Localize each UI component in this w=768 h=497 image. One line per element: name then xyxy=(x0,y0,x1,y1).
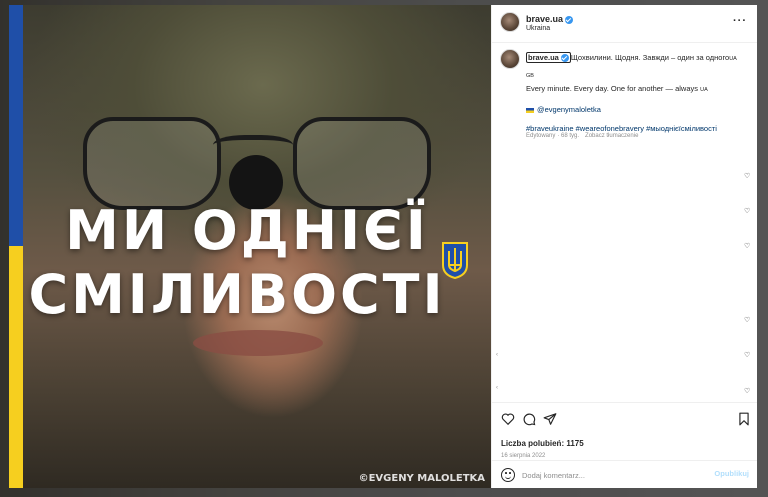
emoji-icon[interactable] xyxy=(501,468,515,482)
translate-link[interactable]: Zobacz tłumaczenie xyxy=(585,133,638,139)
chevron-left-icon[interactable]: ‹ xyxy=(496,352,498,358)
caption-meta: Edytowany · 68 tyg. Zobacz tłumaczenie xyxy=(526,133,644,139)
more-horizontal-icon[interactable]: ··· xyxy=(733,16,747,27)
verified-badge-icon xyxy=(560,54,569,63)
headline-line-1: МИ ОДНІЄЇ xyxy=(65,199,429,262)
trident-icon xyxy=(442,242,468,279)
post-image[interactable]: МИ ОДНІЄЇ СМІЛИВОСТІ ©EVGENY MALOLETKA xyxy=(23,5,491,488)
header-username[interactable]: brave.ua xyxy=(526,14,574,24)
caption-username-text[interactable]: brave.ua xyxy=(528,53,559,62)
caption-username[interactable]: brave.ua xyxy=(526,52,571,63)
goggle-lens-right xyxy=(293,117,431,210)
comment-like-icon[interactable]: ♡ xyxy=(744,207,750,215)
post-comment-button[interactable]: Opublikuj xyxy=(714,469,749,478)
like-count[interactable]: Liczba polubień: 1175 xyxy=(501,439,584,448)
post-date[interactable]: 16 sierpnia 2022 xyxy=(501,453,545,459)
comment-like-icon[interactable]: ♡ xyxy=(744,316,750,324)
comment-like-icon[interactable]: ♡ xyxy=(744,351,750,359)
comment-icon[interactable] xyxy=(522,412,536,426)
face-detail xyxy=(193,330,323,356)
comment-like-icon[interactable]: ♡ xyxy=(744,242,750,250)
post-actions: Liczba polubień: 1175 16 sierpnia 2022 O… xyxy=(492,402,757,489)
edited-label: Edytowany xyxy=(526,133,556,139)
flag-stripe-yellow xyxy=(9,246,23,488)
mention-link[interactable]: @evgenymaloletka xyxy=(537,105,601,114)
avatar[interactable] xyxy=(500,12,520,32)
verified-badge-icon xyxy=(565,15,574,24)
caption-text-ua: Щохвилини. Щодня. Завжди – один за одног… xyxy=(570,53,730,62)
time-ago[interactable]: · 68 tyg. xyxy=(557,133,579,139)
ua-label-en: UA xyxy=(700,87,708,93)
post-side-panel: brave.ua Ukraina ··· brave.ua Щохвилини. … xyxy=(491,5,757,488)
camera-icon xyxy=(526,107,534,113)
headline-line-2: СМІЛИВОСТІ xyxy=(28,263,446,326)
caption-avatar[interactable] xyxy=(500,49,520,69)
header-location[interactable]: Ukraina xyxy=(526,25,550,32)
post-header: brave.ua Ukraina ··· xyxy=(492,5,757,43)
comment-like-icon[interactable]: ♡ xyxy=(744,387,750,395)
comment-like-icon[interactable]: ♡ xyxy=(744,172,750,180)
header-username-text[interactable]: brave.ua xyxy=(526,14,563,24)
comment-bar: Opublikuj xyxy=(492,460,757,489)
gb-label: GB xyxy=(526,73,534,79)
goggle-lens-left xyxy=(83,117,221,210)
photo-credit: ©EVGENY MALOLETKA xyxy=(358,473,485,484)
heart-icon[interactable] xyxy=(501,412,515,426)
comment-input[interactable] xyxy=(520,467,704,483)
flag-stripe-blue xyxy=(9,5,23,246)
chevron-left-icon[interactable]: ‹ xyxy=(496,385,498,391)
caption: brave.ua Щохвилини. Щодня. Завжди – один … xyxy=(526,52,751,134)
share-icon[interactable] xyxy=(543,412,557,426)
caption-text-en: Every minute. Every day. One for another… xyxy=(526,84,699,93)
bookmark-icon[interactable] xyxy=(737,412,751,426)
ua-label: UA xyxy=(729,56,737,62)
